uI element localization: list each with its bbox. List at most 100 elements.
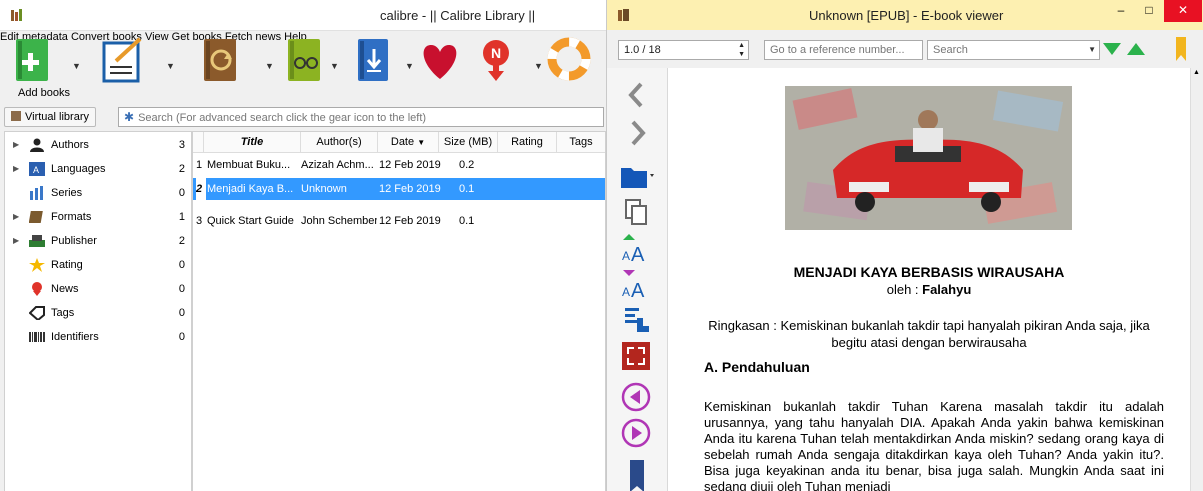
library-icon <box>11 111 21 121</box>
search-row: Virtual library ✱ Search (For advanced se… <box>0 104 606 128</box>
get-books-icon <box>358 39 388 81</box>
tag-item-languages[interactable]: ▶ A Languages 2 <box>5 158 191 180</box>
tag-label: Languages <box>51 163 106 175</box>
tag-count: 1 <box>178 211 185 223</box>
svg-text:A: A <box>631 280 645 302</box>
tag-label: Tags <box>51 307 75 319</box>
tag-count: 0 <box>178 307 185 319</box>
fullscreen-icon[interactable] <box>619 340 655 374</box>
column-header-date[interactable]: Date ▼ <box>378 132 439 153</box>
view-dropdown-icon[interactable]: ▼ <box>330 61 339 71</box>
tag-item-formats[interactable]: ▶ Formats 1 <box>5 206 191 228</box>
copy-icon[interactable] <box>619 196 655 230</box>
calibre-titlebar[interactable]: calibre - || Calibre Library || <box>0 0 606 31</box>
view-label: View <box>144 31 169 43</box>
summary-text: Ringkasan : Kemiskinan bukanlah takdir t… <box>708 318 1150 350</box>
convert-books-dropdown-icon[interactable]: ▼ <box>265 61 274 71</box>
previous-page-icon[interactable] <box>619 380 655 414</box>
forward-icon[interactable] <box>619 116 655 150</box>
expand-arrow-icon[interactable]: ▶ <box>13 206 19 228</box>
expand-arrow-icon[interactable]: ▶ <box>13 134 19 156</box>
search-input[interactable]: ✱ Search (For advanced search click the g… <box>118 107 604 127</box>
svg-text:A: A <box>622 285 630 299</box>
tag-count: 0 <box>178 259 185 271</box>
tag-item-news[interactable]: News 0 <box>5 278 191 300</box>
fetch-news-dropdown-icon[interactable]: ▼ <box>534 61 543 71</box>
tag-label: Identifiers <box>51 331 99 343</box>
viewer-titlebar[interactable]: Unknown [EPUB] - E-book viewer – □ ✕ <box>607 0 1203 30</box>
authors-icon <box>30 138 44 152</box>
book-date: 12 Feb 2019 <box>379 159 441 171</box>
open-book-icon[interactable] <box>619 158 655 192</box>
book-author: Azizah Achm... <box>301 159 374 171</box>
book-size: 0.1 <box>459 215 475 227</box>
formats-icon <box>29 211 43 223</box>
gear-icon[interactable]: ✱ <box>124 108 134 126</box>
goto-reference-input[interactable]: Go to a reference number... <box>764 40 923 60</box>
publisher-icon <box>29 235 45 247</box>
table-row-selected[interactable]: 2 Menjadi Kaya B... Unknown 12 Feb 2019 … <box>193 178 605 200</box>
add-books-dropdown-icon[interactable]: ▼ <box>72 61 81 71</box>
tag-item-series[interactable]: Series 0 <box>5 182 191 204</box>
minimize-button[interactable]: – <box>1107 0 1135 22</box>
tag-item-publisher[interactable]: ▶ Publisher 2 <box>5 230 191 252</box>
sort-down-icon: ▼ <box>417 138 426 147</box>
tag-item-identifiers[interactable]: Identifiers 0 <box>5 326 191 348</box>
heart-icon <box>423 45 457 79</box>
table-row[interactable]: 3 Quick Start Guide John Schember 12 Feb… <box>193 210 605 232</box>
viewer-toolbar: 1.0 / 18 ▲ ▼ Go to a reference number... S… <box>607 31 1203 67</box>
previous-match-icon[interactable] <box>1127 41 1145 57</box>
main-toolbar: Add books ▼ Edit metadata ▼ Convert book… <box>0 31 606 103</box>
edit-metadata-icon <box>102 37 142 83</box>
font-size-larger-icon[interactable]: AA <box>619 232 655 266</box>
tag-item-tags[interactable]: Tags 0 <box>5 302 191 324</box>
viewer-title: Unknown [EPUB] - E-book viewer <box>809 8 1004 23</box>
table-row[interactable]: 1 Membuat Buku... Azizah Achm... 12 Feb … <box>193 154 605 176</box>
column-header-size[interactable]: Size (MB) <box>439 132 498 153</box>
page-number-spinbox[interactable]: 1.0 / 18 ▲ ▼ <box>618 40 749 60</box>
scroll-up-icon[interactable]: ▲ <box>1193 69 1200 76</box>
search-dropdown-icon[interactable]: ▼ <box>1088 41 1096 59</box>
get-books-button[interactable] <box>350 37 394 86</box>
get-books-dropdown-icon[interactable]: ▼ <box>405 61 414 71</box>
vertical-scrollbar[interactable]: ▲ <box>1190 68 1203 491</box>
fetch-news-icon: N <box>483 40 509 81</box>
column-header-authors[interactable]: Author(s) <box>301 132 378 153</box>
tag-count: 0 <box>178 331 185 343</box>
edit-metadata-button[interactable] <box>100 37 144 86</box>
tag-label: Rating <box>51 259 83 271</box>
spinner-arrows-icon[interactable]: ▲ ▼ <box>738 41 745 59</box>
book-title: Quick Start Guide <box>207 215 294 227</box>
back-icon[interactable] <box>619 78 655 112</box>
book-title: Membuat Buku... <box>207 159 291 171</box>
convert-books-button[interactable] <box>198 37 242 86</box>
tag-count: 2 <box>178 235 185 247</box>
help-icon <box>547 37 591 81</box>
column-header-title[interactable]: Title <box>204 132 301 153</box>
next-page-icon[interactable] <box>619 416 655 450</box>
book-author: John Schember <box>301 215 377 227</box>
close-button[interactable]: ✕ <box>1164 0 1202 22</box>
table-of-contents-icon[interactable] <box>619 304 655 338</box>
maximize-button[interactable]: □ <box>1135 0 1163 22</box>
edit-metadata-dropdown-icon[interactable]: ▼ <box>166 61 175 71</box>
tag-item-authors[interactable]: ▶ Authors 3 <box>5 134 191 156</box>
donate-button[interactable] <box>418 37 462 86</box>
column-header-tags[interactable]: Tags <box>557 132 605 153</box>
bookmark-toolbar-icon[interactable] <box>1173 37 1189 61</box>
next-match-icon[interactable] <box>1103 41 1121 57</box>
column-header-rating[interactable]: Rating <box>498 132 557 153</box>
expand-arrow-icon[interactable]: ▶ <box>13 230 19 252</box>
fetch-news-button[interactable]: N <box>474 37 518 86</box>
search-placeholder: Search (For advanced search click the ge… <box>138 112 427 124</box>
tag-item-rating[interactable]: Rating 0 <box>5 254 191 276</box>
calibre-window: calibre - || Calibre Library || Add book… <box>0 0 607 491</box>
search-input[interactable]: Search ▼ <box>927 40 1100 60</box>
font-size-smaller-icon[interactable]: AA <box>619 268 655 302</box>
virtual-library-button[interactable]: Virtual library <box>4 107 96 127</box>
add-books-button[interactable] <box>10 37 54 86</box>
expand-arrow-icon[interactable]: ▶ <box>13 158 19 180</box>
help-button[interactable] <box>547 37 591 86</box>
bookmark-icon[interactable] <box>619 458 655 491</box>
view-button[interactable] <box>282 37 326 86</box>
